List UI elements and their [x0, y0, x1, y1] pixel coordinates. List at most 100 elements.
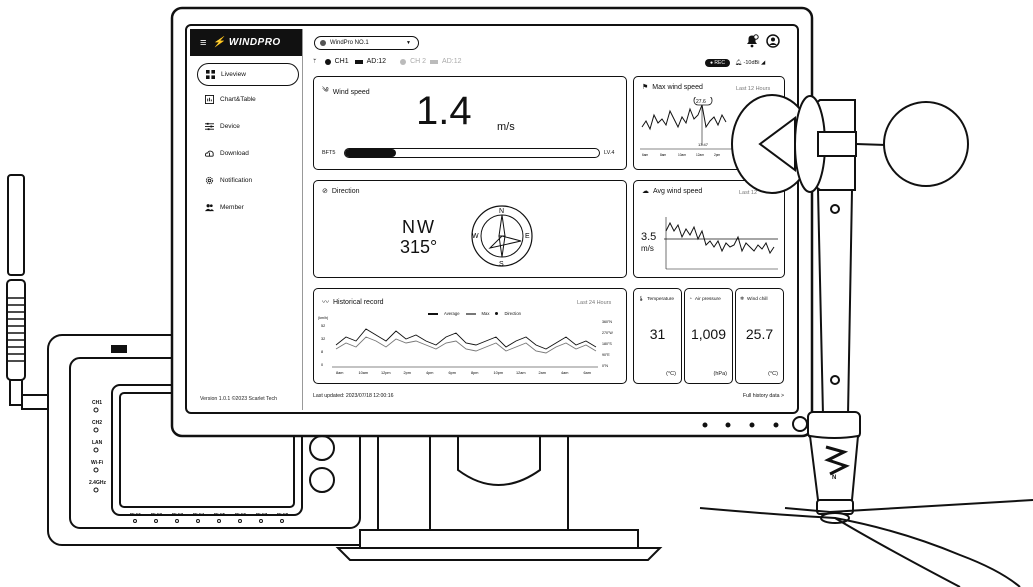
- version-text: Version 1.0.1 ©2023 Scarlet Tech: [200, 396, 277, 402]
- signal-value: -10dBi: [743, 60, 760, 66]
- wind-speed-card[interactable]: ༄ Wind speed 1.4 m/s BFT5 LV.4: [313, 76, 627, 170]
- sidebar-item-liveview[interactable]: Liveview: [197, 63, 299, 86]
- y-tick-label: 32: [321, 337, 325, 341]
- relay-label: RLY6: [235, 512, 247, 517]
- max-wind-x-ticks: 6am 8am 10am 12am 2pm 3pm: [642, 153, 739, 157]
- avg-wind-title-text: Avg wind speed: [653, 187, 703, 195]
- historical-record-card[interactable]: 〰 Historical record Last 24 Hours Averag…: [313, 288, 627, 384]
- sidebar-item-label: Download: [220, 150, 249, 157]
- pole-logo-letter: N: [832, 475, 836, 481]
- max-wind-title-text: Max wind speed: [652, 83, 703, 91]
- x-tick-label: 8am: [660, 153, 667, 157]
- y-tick-label: 0: [321, 363, 323, 367]
- account-icon[interactable]: [766, 34, 780, 48]
- historical-title: 〰 Historical record: [322, 297, 384, 307]
- metric-title: ❄︎ Wind chill: [740, 297, 768, 302]
- metric-unit: (°C): [768, 371, 778, 377]
- compass-e: E: [525, 233, 530, 240]
- ch1-label[interactable]: CH1: [335, 58, 349, 65]
- x-tick-label: 2pm: [404, 371, 411, 375]
- relay-label: RLY3: [172, 512, 184, 517]
- brand-logo-icon: ⚡: [212, 37, 226, 48]
- y-tick-label: 52: [321, 324, 325, 328]
- sidebar-item-label: Chart&Table: [220, 96, 256, 103]
- metric-unit: (°C): [666, 371, 676, 377]
- max-wind-icon: ⚑: [642, 84, 649, 91]
- sidebar-item-download[interactable]: Download: [197, 143, 297, 164]
- metric-value: 1,009: [690, 326, 727, 342]
- relay-label: RLY8: [277, 512, 289, 517]
- compass-n: N: [499, 208, 504, 215]
- x-tick-label: 3pm: [732, 153, 739, 157]
- avg-wind-card[interactable]: ☁︎ Avg wind speed Last 12 3.5 m/s: [633, 180, 785, 278]
- metric-value: 31: [649, 326, 666, 342]
- menu-icon[interactable]: ≡: [200, 37, 207, 49]
- relay-label: RLY1: [130, 512, 142, 517]
- full-history-link[interactable]: Full history data >: [743, 393, 784, 399]
- y-right-tick-label: 180°S: [602, 342, 612, 346]
- relay-label: RLY4: [193, 512, 205, 517]
- sliders-icon: [205, 122, 214, 131]
- wind-chill-icon: ❄︎: [740, 297, 745, 302]
- direction-card[interactable]: ⊘ Direction NW 315° N E S W: [313, 180, 627, 278]
- x-tick-label: 6am: [642, 153, 649, 157]
- gear-icon: [205, 176, 214, 185]
- wind-speed-title: ༄ Wind speed: [322, 83, 370, 102]
- metric-card-temperature[interactable]: 🌡︎ Temperature 31 (°C): [633, 288, 682, 384]
- ch2-label[interactable]: CH 2: [410, 58, 426, 65]
- battery-icon: [430, 59, 439, 64]
- y-right-tick-label: 270°W: [602, 331, 613, 335]
- x-tick-label: 4pm: [426, 371, 433, 375]
- series-max: [335, 336, 597, 354]
- x-tick-label: 10am: [678, 153, 686, 157]
- sidebar-item-label: Notification: [220, 177, 253, 184]
- historical-period: Last 24 Hours: [577, 300, 612, 306]
- x-tick-label: 2pm: [714, 153, 721, 157]
- hardware-label: LAN: [92, 440, 103, 446]
- monitor-stand: [335, 435, 663, 561]
- rec-badge[interactable]: ● REC: [705, 59, 730, 67]
- y-right-tick-label: 360°N: [602, 320, 612, 324]
- x-tick-label: 6am: [584, 371, 591, 375]
- ch1-dot: [324, 58, 331, 65]
- sidebar-item-device[interactable]: Device: [197, 116, 297, 137]
- metric-card-wind-chill[interactable]: ❄︎ Wind chill 25.7 (°C): [735, 288, 784, 384]
- historical-y-ticks: 52 32 8 0: [321, 324, 325, 367]
- direction-degrees: 315°: [400, 237, 438, 257]
- historical-x-ticks: 8am 10am 12pm 2pm 4pm 6pm 8pm 10pm 12am 2am 4am 6am: [336, 371, 591, 375]
- metric-unit: (hPa): [713, 371, 727, 377]
- hardware-label: CH2: [92, 420, 102, 426]
- wind-icon: ༄: [322, 87, 329, 94]
- max-wind-title: ⚑ Max wind speed: [642, 83, 703, 92]
- x-tick-label: 8pm: [471, 371, 478, 375]
- metric-value: 25.7: [745, 326, 774, 342]
- sidebar: ≡ ⚡ WINDPRO Liveview Chart&Table Device …: [190, 29, 303, 410]
- x-tick-label: 10am: [359, 371, 369, 375]
- wind-speed-title-text: Wind speed: [332, 89, 370, 96]
- y-right-tick-label: 90°E: [602, 353, 610, 357]
- sidebar-item-notification[interactable]: Notification: [197, 170, 297, 191]
- compass-needle-north: [498, 214, 506, 237]
- x-tick-label: 10pm: [494, 371, 504, 375]
- wind-speed-value: 1.4: [416, 89, 472, 133]
- sidebar-item-member[interactable]: Member: [197, 197, 297, 218]
- cloud-download-icon: [205, 150, 214, 157]
- ch1-ad: AD:12: [366, 58, 387, 65]
- avg-wind-period: Last 12: [739, 190, 758, 196]
- x-tick-label: 12pm: [381, 371, 391, 375]
- avg-wind-line: [665, 221, 775, 255]
- max-wind-card[interactable]: ⚑ Max wind speed Last 12 Hours 27.6 13:4…: [633, 76, 785, 170]
- x-tick-label: 2am: [539, 371, 546, 375]
- x-tick-label: 6pm: [449, 371, 456, 375]
- y-right-tick-label: 0°N: [602, 364, 608, 368]
- metric-label: Air pressure: [694, 297, 721, 302]
- bft-progress-fill: [345, 149, 396, 157]
- metric-card-air-pressure[interactable]: ◔ Air pressure 1,009 (hPa): [684, 288, 733, 384]
- dashboard-screen: ≡ ⚡ WINDPRO Liveview Chart&Table Device …: [190, 29, 794, 410]
- device-select[interactable]: WindPro NO.1 ▼: [314, 36, 419, 50]
- wind-vane-tail: [699, 499, 1033, 587]
- bft-progress-track: [344, 148, 600, 158]
- y-unit: (km/h): [318, 316, 328, 320]
- sidebar-item-chart-table[interactable]: Chart&Table: [197, 89, 297, 110]
- bell-add-icon[interactable]: [745, 34, 759, 48]
